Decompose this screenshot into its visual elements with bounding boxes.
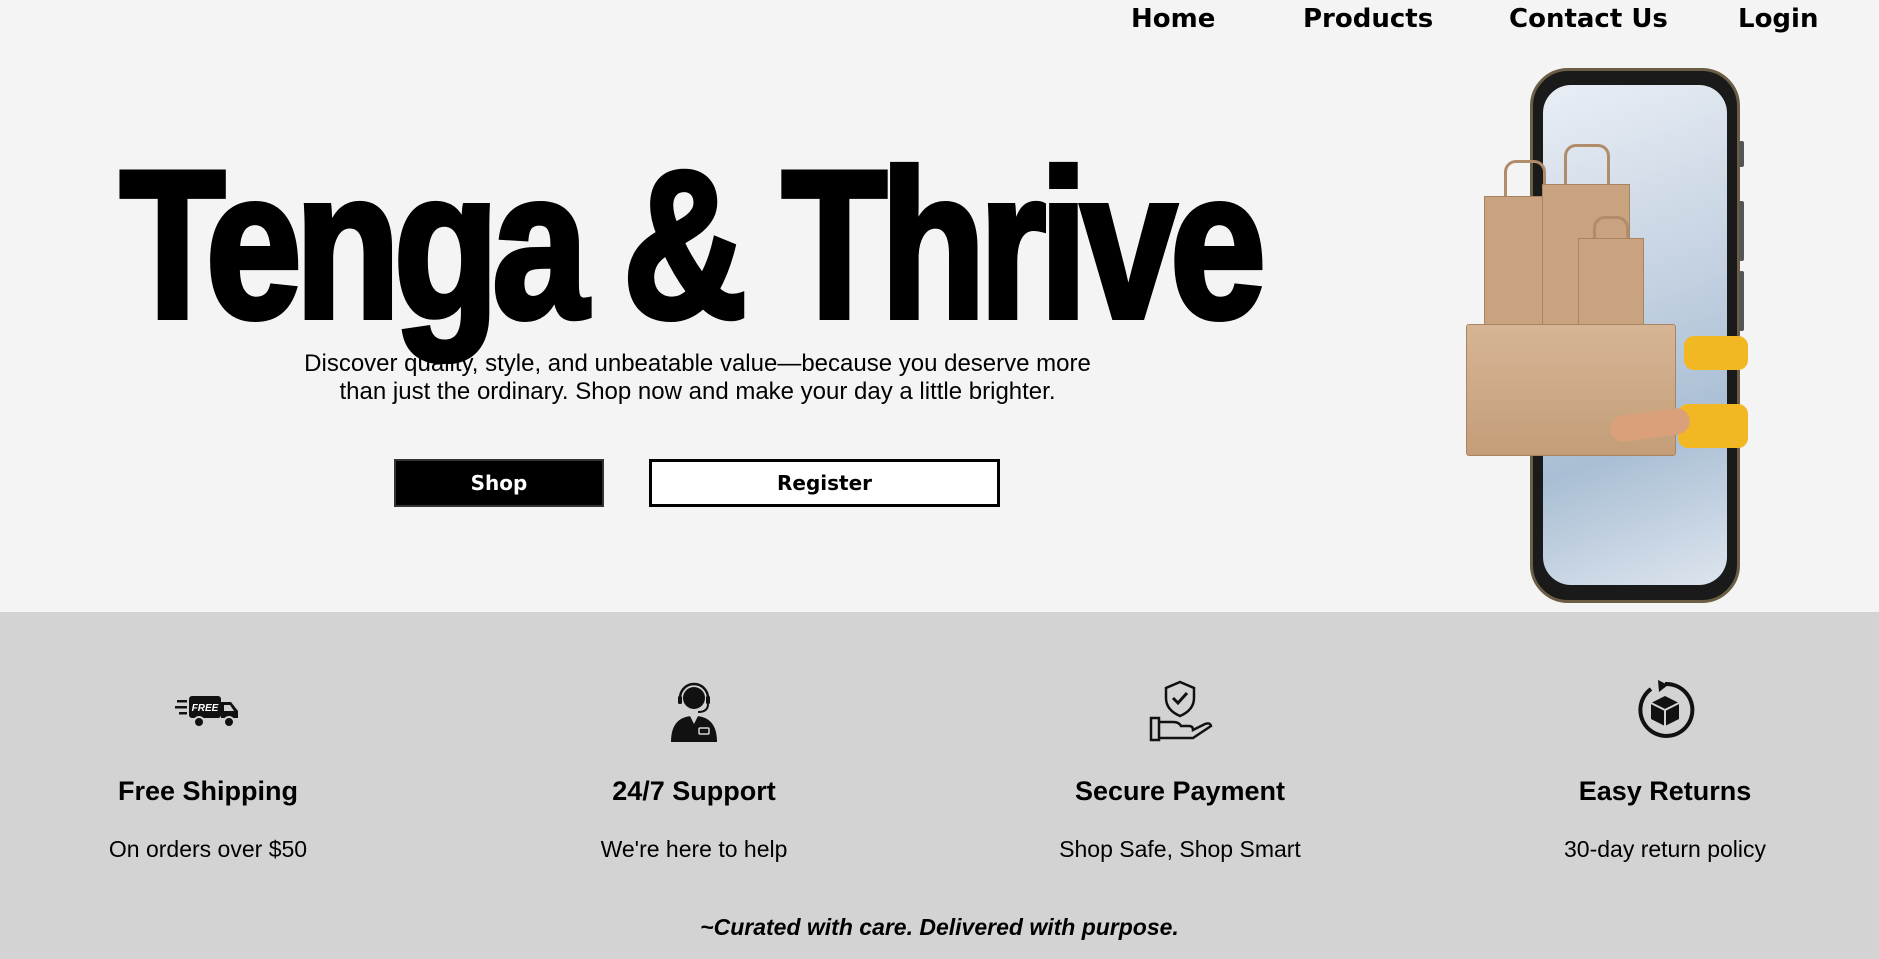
features-section: FREE Free Shipping On orders over $50 24… [0, 612, 1879, 959]
shop-button[interactable]: Shop [394, 459, 604, 507]
feature-description: We're here to help [600, 836, 788, 862]
top-nav: Home Products Contact Us Login [0, 0, 1879, 40]
feature-title: Easy Returns [1578, 776, 1752, 806]
phone-shopping-illustration [1460, 68, 1750, 608]
motto-text: ~Curated with care. Delivered with purpo… [700, 914, 1179, 940]
nav-login[interactable]: Login [1738, 2, 1818, 36]
nav-products[interactable]: Products [1303, 2, 1433, 36]
phone-side-button [1739, 201, 1744, 261]
paper-bag-icon [1578, 238, 1644, 330]
feature-title: Free Shipping [117, 776, 298, 806]
phone-side-button [1739, 141, 1744, 167]
hero-tagline: Discover quality, style, and unbeatable … [304, 350, 1091, 405]
hero-section: Tenga & Thrive Discover quality, style, … [0, 0, 1879, 612]
feature-title: Secure Payment [1074, 776, 1286, 806]
sleeve [1684, 336, 1748, 370]
nav-home[interactable]: Home [1131, 2, 1215, 36]
nav-contact-us[interactable]: Contact Us [1509, 2, 1668, 36]
feature-description: 30-day return policy [1564, 836, 1766, 862]
phone-side-button [1739, 271, 1744, 331]
feature-description: Shop Safe, Shop Smart [1059, 836, 1301, 862]
return-box-icon [1638, 680, 1695, 738]
hero-title: Tenga & Thrive [118, 127, 1269, 362]
register-button[interactable]: Register [649, 459, 1000, 507]
free-delivery-truck-icon: FREE [175, 696, 238, 728]
feature-title: 24/7 Support [612, 776, 776, 806]
feature-description: On orders over $50 [108, 836, 308, 862]
secure-payment-shield-hand-icon [1149, 680, 1213, 742]
support-agent-headset-icon [671, 682, 717, 742]
truck-label: FREE [192, 703, 219, 714]
